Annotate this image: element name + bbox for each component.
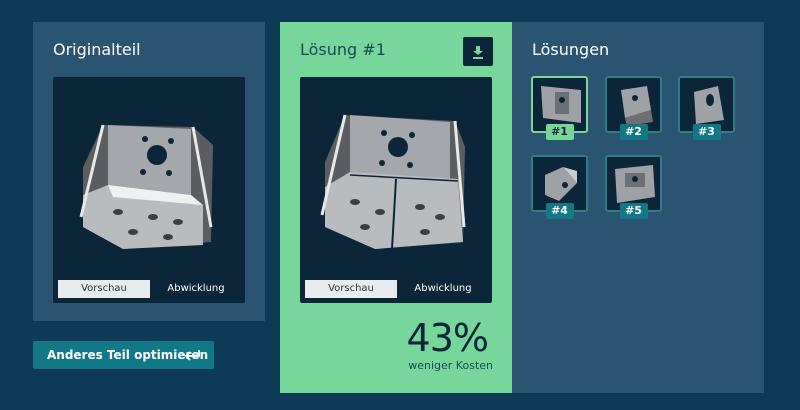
- optimize-other-part-button[interactable]: Anderes Teil optimieren: [33, 341, 214, 369]
- solution-thumb-3[interactable]: #3: [678, 76, 735, 140]
- download-button[interactable]: [463, 37, 493, 66]
- bracket-3d-model: [320, 114, 466, 250]
- original-view-toggle: Vorschau Abwicklung: [57, 279, 243, 299]
- return-arrow-icon: [184, 350, 200, 361]
- solution-thumb-label: #5: [619, 203, 648, 219]
- solution-view-toggle: Vorschau Abwicklung: [304, 279, 490, 299]
- bracket-3d-model: [79, 124, 213, 249]
- original-part-panel: Originalteil Vorschau Abwicklung: [33, 22, 265, 321]
- solution-thumb-1[interactable]: #1: [531, 76, 588, 140]
- solution-title: Lösung #1: [300, 40, 386, 59]
- solutions-title: Lösungen: [532, 40, 610, 59]
- solution-preview-tab[interactable]: Vorschau: [305, 280, 397, 298]
- original-unfold-tab[interactable]: Abwicklung: [150, 280, 242, 298]
- download-icon: [473, 46, 483, 59]
- savings-percent: 43%: [406, 316, 489, 360]
- solution-thumb-label: #3: [692, 124, 721, 140]
- original-part-viewer[interactable]: Vorschau Abwicklung: [53, 77, 245, 303]
- original-preview-tab[interactable]: Vorschau: [58, 280, 150, 298]
- solution-viewer[interactable]: Vorschau Abwicklung: [300, 77, 492, 303]
- solution-panel: Lösung #1 Vorschau Abwicklung 43% wenige…: [280, 22, 512, 393]
- solution-unfold-tab[interactable]: Abwicklung: [397, 280, 489, 298]
- original-part-title: Originalteil: [53, 40, 141, 59]
- savings-label: weniger Kosten: [408, 359, 493, 372]
- solutions-panel: Lösungen #1 #2 #3 #4 #5: [512, 22, 764, 393]
- solution-thumb-label: #2: [619, 124, 648, 140]
- solution-thumb-2[interactable]: #2: [605, 76, 662, 140]
- solution-thumb-label: #1: [545, 124, 574, 140]
- solution-thumb-5[interactable]: #5: [605, 155, 662, 219]
- solution-thumb-4[interactable]: #4: [531, 155, 588, 219]
- solution-thumb-label: #4: [545, 203, 574, 219]
